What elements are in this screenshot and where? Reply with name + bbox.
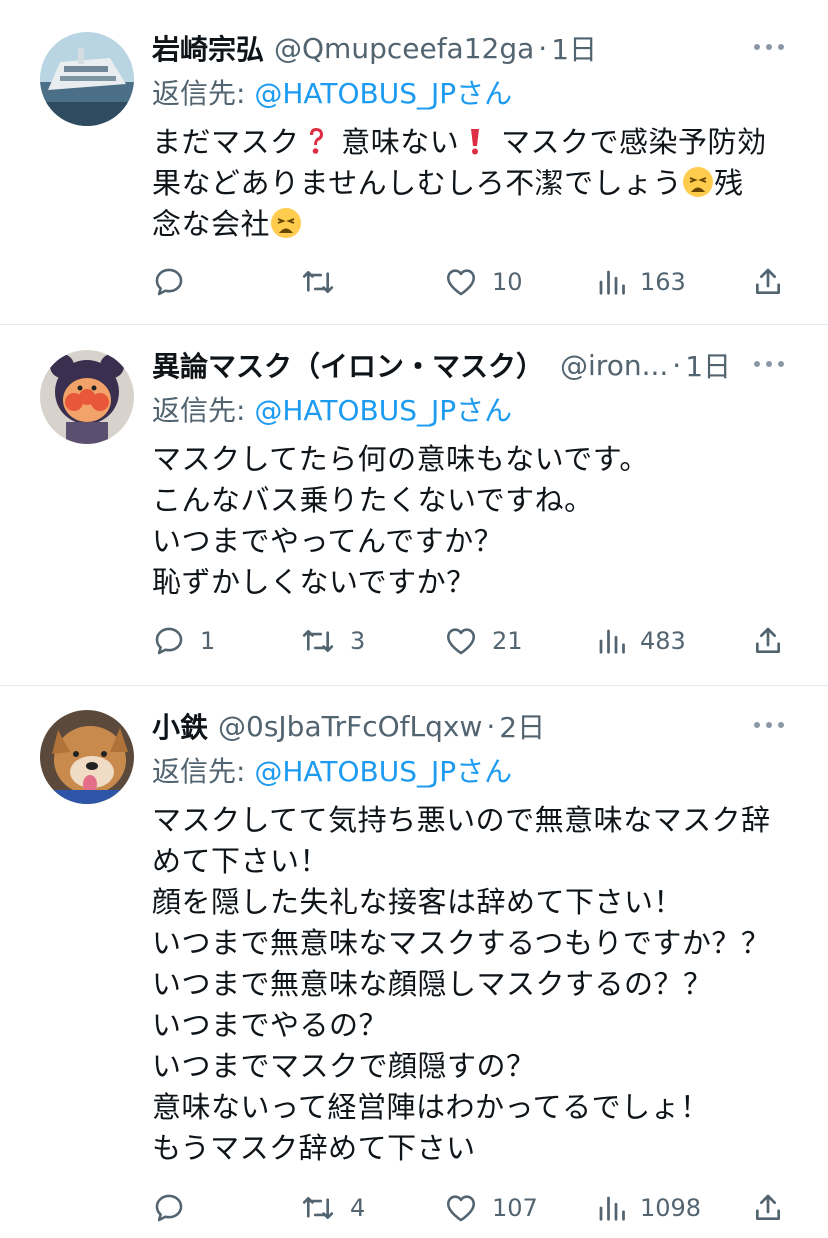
more-icon[interactable]	[754, 349, 784, 379]
tweet[interactable]: 小鉄 @0sJbaTrFcOfLqxw · 2日 返信先: @HATOBUS_J…	[0, 686, 828, 1238]
retweet-button[interactable]: 4	[300, 1191, 365, 1225]
tweet-text: マスクしてて気持ち悪いので無意味なマスク辞 めて下さい！ 顔を隠した失礼な接客は…	[152, 803, 771, 1165]
display-name[interactable]: 小鉄	[152, 706, 208, 746]
more-icon[interactable]	[754, 32, 784, 62]
tweet-text-part: マスクで感染予防効	[500, 125, 767, 159]
tweet-text-part: 果などありませんしむしろ不潔でしょう	[152, 166, 683, 200]
action-bar: 4 107 1098	[152, 1188, 784, 1228]
exclamation-emoji	[471, 129, 480, 155]
mention-link[interactable]: @HATOBUS_JP	[254, 755, 456, 788]
like-count: 21	[492, 627, 523, 655]
separator: ·	[672, 348, 682, 382]
more-icon[interactable]	[754, 710, 784, 740]
reply-icon	[155, 1194, 183, 1222]
mention-suffix: さん	[456, 755, 513, 788]
share-button[interactable]	[752, 265, 784, 299]
avatar[interactable]	[40, 32, 134, 126]
views-icon	[599, 629, 625, 654]
tweet-header: 異論マスク（イロン・マスク） @iron... · 1日	[152, 343, 784, 387]
reply-context: 返信先: @HATOBUS_JPさん	[152, 750, 784, 794]
tweet-text: まだマスク 意味ない マスクで感染予防効 果などありませんしむしろ不潔でしょう残…	[152, 122, 784, 245]
weary-face-emoji	[271, 208, 302, 238]
reply-prefix: 返信先:	[152, 755, 255, 788]
reply-icon	[155, 268, 183, 296]
views-icon	[599, 270, 625, 295]
share-icon	[756, 1194, 780, 1220]
display-name[interactable]: 岩崎宗弘	[152, 28, 264, 68]
retweet-count: 3	[350, 627, 366, 655]
tweet-text-part: まだマスク	[152, 125, 300, 159]
tweet-header: 小鉄 @0sJbaTrFcOfLqxw · 2日	[152, 704, 784, 748]
retweet-button[interactable]	[300, 265, 350, 299]
reply-context: 返信先: @HATOBUS_JPさん	[152, 389, 784, 433]
timestamp[interactable]: 1日	[551, 28, 597, 68]
retweet-icon	[302, 629, 334, 653]
like-count: 107	[492, 1194, 538, 1222]
mention-suffix: さん	[456, 77, 513, 110]
tweet-text-part: 残	[714, 166, 744, 200]
display-name[interactable]: 異論マスク（イロン・マスク）	[152, 345, 544, 385]
like-button[interactable]: 10	[444, 265, 523, 299]
like-icon	[446, 1195, 476, 1222]
avatar[interactable]	[40, 350, 134, 444]
mention-suffix: さん	[456, 394, 513, 427]
like-icon	[446, 628, 476, 655]
retweet-button[interactable]: 3	[300, 624, 365, 658]
tweet-text-part: 念な会社	[152, 207, 271, 241]
views-button[interactable]: 163	[596, 267, 686, 297]
views-button[interactable]: 1098	[596, 1193, 701, 1223]
share-icon	[756, 627, 780, 653]
reply-button[interactable]: 1	[152, 624, 215, 658]
reply-count: 1	[200, 627, 216, 655]
reply-icon	[155, 627, 183, 655]
reply-button[interactable]	[152, 1191, 200, 1225]
view-count: 1098	[640, 1194, 702, 1222]
like-icon	[446, 269, 476, 296]
reply-button[interactable]	[152, 265, 200, 299]
timestamp[interactable]: 1日	[685, 345, 731, 385]
reply-prefix: 返信先:	[152, 394, 255, 427]
retweet-icon	[302, 1196, 334, 1220]
view-count: 163	[640, 268, 686, 296]
retweet-icon	[302, 270, 334, 294]
retweet-count: 4	[350, 1194, 366, 1222]
share-icon	[756, 268, 780, 294]
share-button[interactable]	[752, 624, 784, 658]
question-emoji	[309, 128, 323, 154]
user-handle[interactable]: @iron...	[560, 349, 668, 382]
like-button[interactable]: 107	[444, 1191, 538, 1225]
view-count: 483	[640, 627, 686, 655]
separator: ·	[486, 709, 496, 743]
like-button[interactable]: 21	[444, 624, 523, 658]
tweet[interactable]: 岩崎宗弘 @Qmupceefa12ga · 1日 返信先: @HATOBUS_J…	[0, 0, 828, 324]
tweet-text-part: 意味ない	[341, 125, 460, 159]
tweet-header: 岩崎宗弘 @Qmupceefa12ga · 1日	[152, 26, 784, 70]
mention-link[interactable]: @HATOBUS_JP	[254, 77, 456, 110]
reply-prefix: 返信先:	[152, 77, 255, 110]
timestamp[interactable]: 2日	[499, 706, 545, 746]
reply-context: 返信先: @HATOBUS_JPさん	[152, 72, 784, 116]
tweet-text: マスクしてたら何の意味もないです。 こんなバス乗りたくないですね。 いつまでやっ…	[152, 442, 649, 599]
share-button[interactable]	[752, 1191, 784, 1225]
action-bar: 1 3 21 483	[152, 621, 784, 661]
views-icon	[599, 1196, 625, 1221]
mention-link[interactable]: @HATOBUS_JP	[254, 394, 456, 427]
separator: ·	[538, 31, 548, 65]
user-handle[interactable]: @0sJbaTrFcOfLqxw	[218, 710, 482, 743]
action-bar: 10 163	[152, 262, 784, 302]
avatar[interactable]	[40, 710, 134, 804]
user-handle[interactable]: @Qmupceefa12ga	[274, 32, 534, 65]
weary-face-emoji	[683, 167, 714, 197]
tweet[interactable]: 異論マスク（イロン・マスク） @iron... · 1日 返信先: @HATOB…	[0, 325, 828, 685]
views-button[interactable]: 483	[596, 626, 686, 656]
like-count: 10	[492, 268, 523, 296]
